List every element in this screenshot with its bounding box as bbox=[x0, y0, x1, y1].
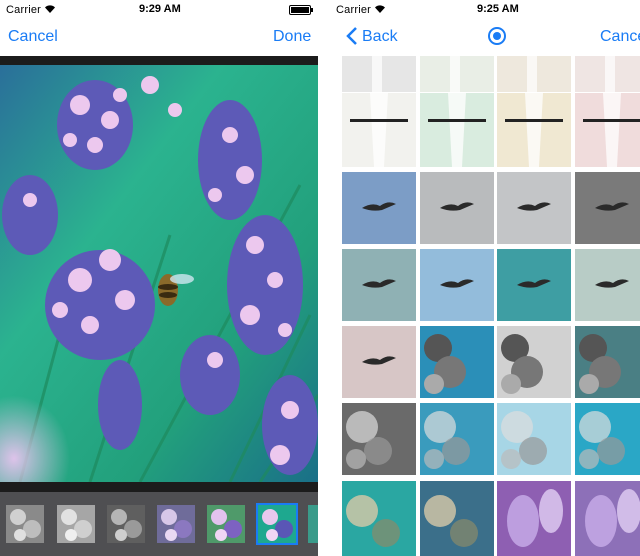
filter-preview-bird-2[interactable] bbox=[420, 172, 494, 244]
back-chevron-icon[interactable] bbox=[346, 26, 358, 52]
status-time: 9:25 AM bbox=[477, 3, 519, 15]
filter-thumb-mono-2[interactable] bbox=[57, 505, 95, 543]
filter-preview-bird-3[interactable] bbox=[497, 249, 571, 321]
filter-preview-flowers-lavender-3[interactable] bbox=[497, 481, 571, 556]
status-bar: Carrier 9:25 AM bbox=[330, 0, 640, 20]
filter-preview-bird-3[interactable] bbox=[497, 172, 571, 244]
photo-bottom-border bbox=[0, 482, 318, 492]
status-bar: Carrier 9:29 AM bbox=[0, 0, 318, 20]
filter-thumb-color-4[interactable] bbox=[308, 505, 318, 543]
carrier-label: Carrier bbox=[6, 4, 42, 16]
status-time: 9:29 AM bbox=[139, 3, 181, 15]
filter-preview-faucet-3[interactable] bbox=[497, 93, 571, 167]
filter-preview-faucet-top-1[interactable] bbox=[342, 56, 416, 92]
editor-nav-bar: Cancel Done bbox=[0, 20, 318, 56]
filter-preview-bird-flowers-4[interactable] bbox=[575, 326, 640, 398]
filter-thumb-color-3-selected[interactable] bbox=[256, 503, 298, 545]
cancel-button[interactable]: Cancel bbox=[600, 28, 640, 46]
filter-thumb-mono-1[interactable] bbox=[6, 505, 44, 543]
done-button[interactable]: Done bbox=[273, 28, 311, 46]
wifi-icon bbox=[44, 4, 56, 17]
filter-preview-bird-flowers-1[interactable] bbox=[342, 326, 416, 398]
filter-preview-flowers-1[interactable] bbox=[342, 403, 416, 475]
editor-screen: Carrier 9:29 AM Cancel Done bbox=[0, 0, 318, 556]
filter-preview-flowers-lavender-1[interactable] bbox=[342, 481, 416, 556]
target-icon[interactable] bbox=[487, 26, 507, 51]
filter-thumb-mono-3[interactable] bbox=[107, 505, 145, 543]
filter-preview-flowers-lavender-2[interactable] bbox=[420, 481, 494, 556]
filter-preview-flowers-4[interactable] bbox=[575, 403, 640, 475]
grid-nav-bar: Back Cancel bbox=[330, 20, 640, 56]
battery-icon bbox=[289, 5, 313, 15]
filter-preview-bird-2[interactable] bbox=[420, 249, 494, 321]
filter-preview-bird-flowers-2[interactable] bbox=[420, 326, 494, 398]
screen-gap bbox=[318, 0, 330, 556]
filter-preview-bird-4[interactable] bbox=[575, 172, 640, 244]
filter-preview-faucet-top-3[interactable] bbox=[497, 56, 571, 92]
filter-preview-flowers-3[interactable] bbox=[497, 403, 571, 475]
filter-preview-faucet-4[interactable] bbox=[575, 93, 640, 167]
filter-preview-bird-4[interactable] bbox=[575, 249, 640, 321]
photo-preview bbox=[0, 65, 318, 482]
filter-preview-bird-flowers-3[interactable] bbox=[497, 326, 571, 398]
filter-preview-faucet-top-4[interactable] bbox=[575, 56, 640, 92]
carrier-label: Carrier bbox=[336, 4, 372, 16]
filter-preview-faucet-top-2[interactable] bbox=[420, 56, 494, 92]
filter-preview-grid bbox=[330, 56, 640, 556]
filter-preview-faucet-1[interactable] bbox=[342, 93, 416, 167]
filter-thumb-color-2[interactable] bbox=[207, 505, 245, 543]
filter-preview-flowers-2[interactable] bbox=[420, 403, 494, 475]
filter-preview-faucet-2[interactable] bbox=[420, 93, 494, 167]
filter-grid-screen: Carrier 9:25 AM Back Cancel bbox=[330, 0, 640, 556]
filter-strip bbox=[0, 492, 318, 556]
filter-preview-bird-1[interactable] bbox=[342, 249, 416, 321]
wifi-icon bbox=[374, 4, 386, 17]
filter-thumb-color-1[interactable] bbox=[157, 505, 195, 543]
photo-top-border bbox=[0, 56, 318, 65]
back-button[interactable]: Back bbox=[362, 28, 398, 46]
filter-preview-flowers-lavender-4[interactable] bbox=[575, 481, 640, 556]
cancel-button[interactable]: Cancel bbox=[8, 28, 58, 46]
filter-preview-bird-1[interactable] bbox=[342, 172, 416, 244]
